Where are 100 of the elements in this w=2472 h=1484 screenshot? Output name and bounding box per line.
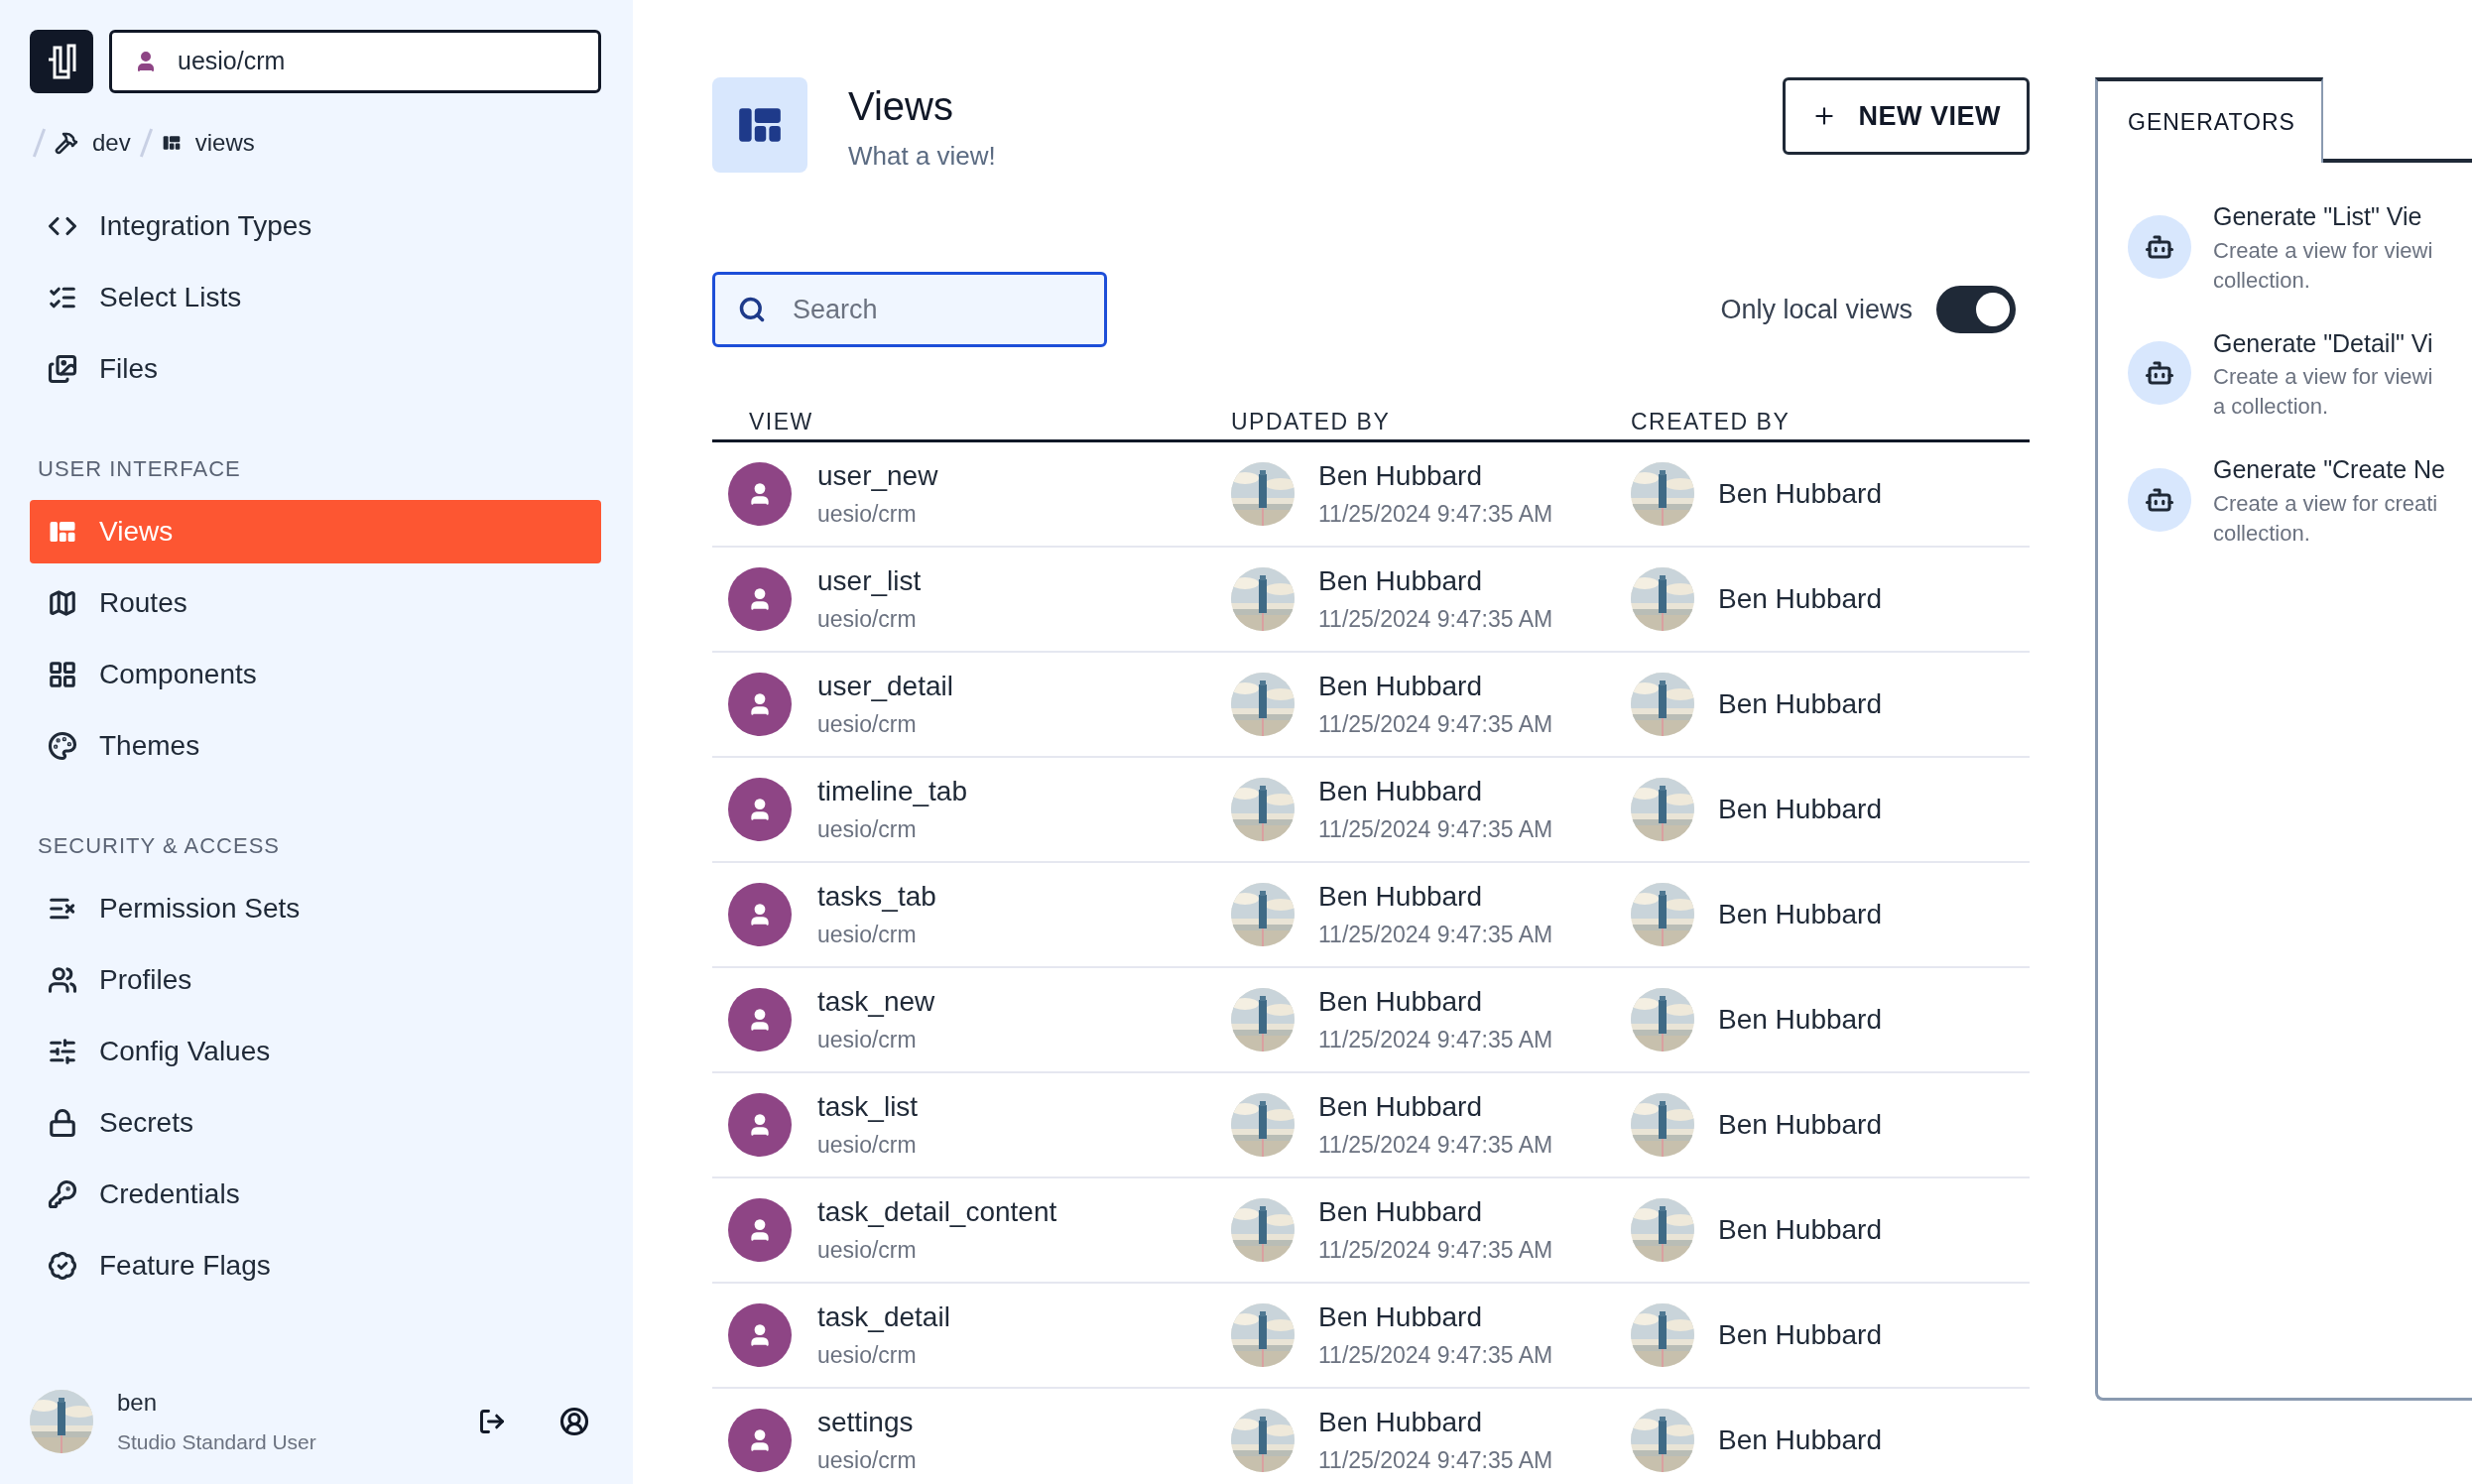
updated-date: 11/25/2024 9:47:35 AM (1318, 1236, 1553, 1266)
nav-item[interactable]: Secrets (30, 1091, 601, 1155)
updated-date: 11/25/2024 9:47:35 AM (1318, 500, 1553, 530)
updated-by: Ben Hubbard (1318, 459, 1483, 494)
generator-title[interactable]: Generate "Detail" Vi (2213, 324, 2433, 362)
generators-tab[interactable]: GENERATORS (2095, 77, 2323, 163)
view-name[interactable]: tasks_tab (817, 876, 936, 919)
sliders-icon (48, 1037, 77, 1066)
column-header: VIEW (748, 408, 814, 436)
view-namespace: uesio/crm (817, 1026, 918, 1055)
generator-title[interactable]: Generate "Create Ne (2213, 451, 2445, 489)
view-name[interactable]: task_new (817, 981, 935, 1024)
view-namespace: uesio/crm (817, 1446, 917, 1476)
generator-description: collection. (2213, 266, 2311, 295)
app-select[interactable]: uesio/crm (109, 30, 601, 93)
updated-date: 11/25/2024 9:47:35 AM (1318, 1131, 1553, 1161)
created-by: Ben Hubbard (1718, 1212, 1882, 1247)
nav-item[interactable]: Themes (30, 714, 601, 778)
lock-icon (48, 1108, 77, 1138)
view-namespace: uesio/crm (817, 815, 918, 845)
updated-by: Ben Hubbard (1318, 1300, 1483, 1335)
view-namespace: uesio/crm (817, 1341, 918, 1371)
section-heading: USER INTERFACE (37, 454, 242, 483)
updated-by: Ben Hubbard (1318, 775, 1483, 809)
generator-description: a collection. (2213, 393, 2330, 421)
view-namespace: uesio/crm (817, 500, 918, 530)
search-field[interactable]: Search (712, 272, 1107, 347)
people-icon (48, 965, 77, 995)
created-by: Ben Hubbard (1718, 792, 1882, 826)
updated-date: 11/25/2024 9:47:35 AM (1318, 1341, 1553, 1371)
updated-by: Ben Hubbard (1318, 670, 1483, 704)
nav-item[interactable]: Credentials (30, 1163, 601, 1226)
created-by: Ben Hubbard (1718, 476, 1882, 511)
toggle-label: Only local views (1720, 293, 1913, 326)
created-by: Ben Hubbard (1718, 1107, 1882, 1142)
updated-by: Ben Hubbard (1318, 985, 1483, 1020)
section-heading: SECURITY & ACCESS (37, 831, 281, 860)
images-icon (48, 354, 77, 384)
grid-icon (48, 660, 77, 689)
search-icon (738, 296, 766, 323)
views-icon (161, 133, 182, 153)
view-name[interactable]: task_detail_content (817, 1191, 1057, 1234)
updated-date: 11/25/2024 9:47:35 AM (1318, 1446, 1553, 1476)
view-namespace: uesio/crm (817, 605, 918, 635)
generator-title[interactable]: Generate "List" Vie (2213, 198, 2433, 236)
updated-date: 11/25/2024 9:47:35 AM (1318, 605, 1553, 635)
created-by: Ben Hubbard (1718, 1002, 1882, 1037)
user-name: ben (117, 1388, 159, 1419)
view-namespace: uesio/crm (817, 710, 918, 740)
palette-icon (48, 731, 77, 761)
view-namespace: uesio/crm (817, 1131, 918, 1161)
updated-date: 11/25/2024 9:47:35 AM (1318, 1026, 1553, 1055)
nav-item[interactable]: Integration Types (30, 194, 601, 258)
page-title: Views (848, 83, 954, 130)
created-by: Ben Hubbard (1718, 1422, 1882, 1457)
created-by: Ben Hubbard (1718, 1317, 1882, 1352)
view-name[interactable]: user_detail (817, 666, 953, 708)
nav-item[interactable]: Select Lists (30, 266, 601, 329)
view-name[interactable]: task_detail (817, 1297, 950, 1339)
created-by: Ben Hubbard (1718, 686, 1882, 721)
map-icon (48, 588, 77, 618)
nav-item[interactable]: Config Values (30, 1020, 601, 1083)
view-name[interactable]: task_list (817, 1086, 919, 1129)
updated-date: 11/25/2024 9:47:35 AM (1318, 921, 1553, 950)
nav-item[interactable]: Feature Flags (30, 1234, 601, 1298)
toggle-switch[interactable] (1936, 286, 2016, 333)
breadcrumb-link[interactable]: views (161, 125, 255, 161)
view-namespace: uesio/crm (817, 921, 918, 950)
updated-by: Ben Hubbard (1318, 1195, 1483, 1230)
nav-item[interactable]: Routes (30, 571, 601, 635)
key-icon (48, 1179, 77, 1209)
updated-date: 11/25/2024 9:47:35 AM (1318, 710, 1553, 740)
nav-item[interactable]: Files (30, 337, 601, 401)
view-namespace: uesio/crm (817, 1236, 918, 1266)
view-name[interactable]: user_list (817, 560, 922, 603)
new-view-button[interactable]: NEW VIEW (1782, 77, 2030, 155)
view-name[interactable]: settings (817, 1402, 917, 1444)
nav-item[interactable]: Profiles (30, 948, 601, 1012)
app-logo[interactable] (30, 30, 93, 93)
created-by: Ben Hubbard (1718, 897, 1882, 931)
updated-by: Ben Hubbard (1318, 1090, 1483, 1125)
badge-check-icon (48, 1251, 77, 1281)
tools-icon (55, 131, 78, 155)
generator-description: collection. (2213, 519, 2311, 548)
view-name[interactable]: timeline_tab (817, 771, 967, 813)
updated-by: Ben Hubbard (1318, 880, 1483, 915)
updated-by: Ben Hubbard (1318, 1406, 1483, 1440)
generator-description: Create a view for viewi (2213, 363, 2433, 391)
breadcrumb-link[interactable]: dev (55, 125, 131, 161)
page-subtitle: What a view! (848, 140, 996, 173)
view-name[interactable]: user_new (817, 455, 938, 498)
updated-by: Ben Hubbard (1318, 564, 1483, 599)
updated-date: 11/25/2024 9:47:35 AM (1318, 815, 1553, 845)
generator-description: Create a view for viewi (2213, 236, 2433, 265)
generator-description: Create a view for creati (2213, 489, 2439, 518)
column-header: UPDATED BY (1231, 408, 1392, 436)
nav-item[interactable]: Components (30, 643, 601, 706)
column-header: CREATED BY (1631, 408, 1792, 436)
user-role: Studio Standard User (117, 1429, 316, 1456)
nav-item[interactable]: Permission Sets (30, 877, 601, 940)
